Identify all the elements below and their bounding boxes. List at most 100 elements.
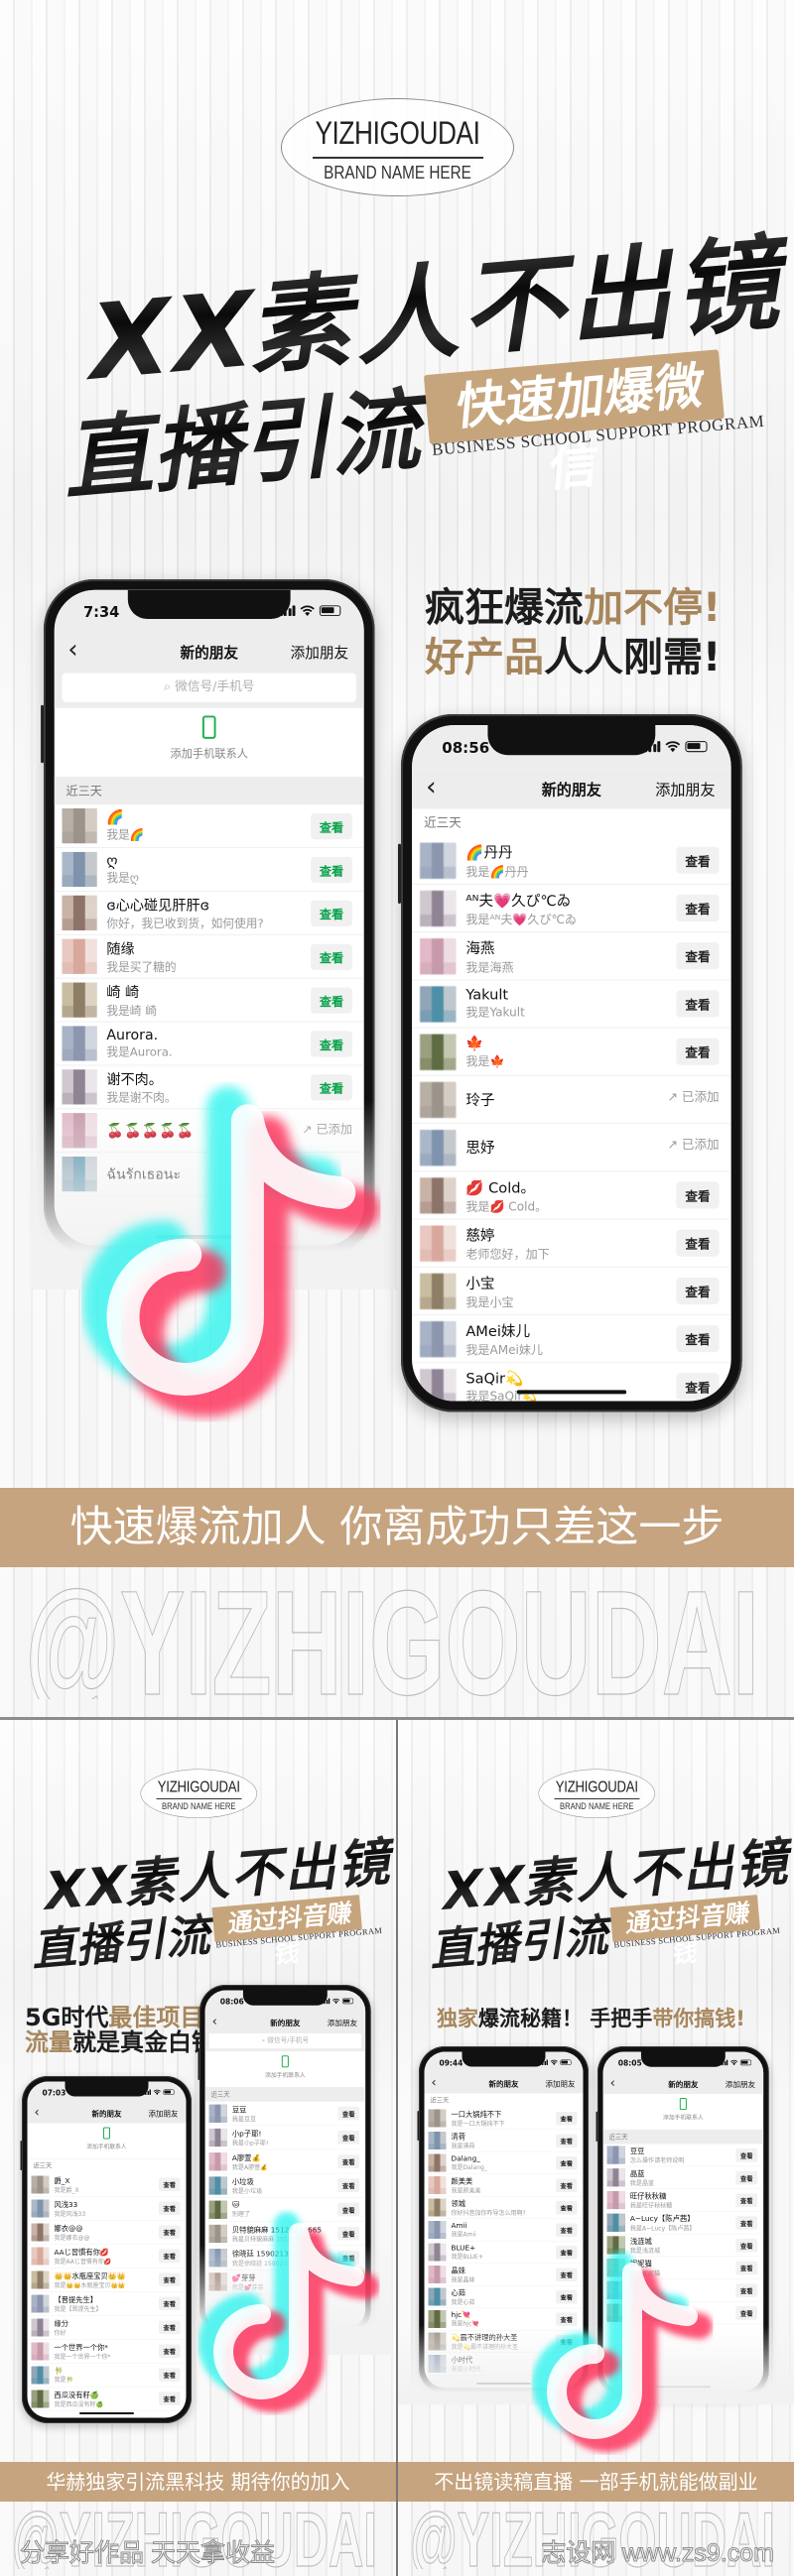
view-button[interactable]: 查看 [158,2201,181,2215]
list-item[interactable]: 慈婷 老师您好，加下 查看 [412,1220,731,1268]
view-button[interactable]: 查看 [311,1073,353,1101]
list-item[interactable]: 小p子耶! 我是小p子耶! 查看 [204,2126,366,2150]
view-button[interactable]: 查看 [735,2147,758,2162]
add-friend-button[interactable]: 添加朋友 [328,2018,357,2028]
add-phone-contact-button[interactable]: 添加手机联系人 [54,715,364,778]
add-friend-button[interactable]: 添加朋友 [726,2079,755,2090]
view-button[interactable]: 查看 [311,1030,353,1057]
add-phone-contact-button[interactable]: 添加手机联系人 [204,2055,366,2088]
list-item[interactable]: 小垃圾 我是小垃圾 查看 [204,2173,366,2198]
list-item[interactable]: Aurora. 我是Aurora. 查看 [54,1023,364,1066]
view-button[interactable]: 查看 [735,2261,758,2275]
add-friend-button[interactable]: 添加朋友 [291,642,349,662]
view-button[interactable]: 查看 [676,1325,720,1353]
list-item[interactable]: 一个世界一个你* 我是一个世界一个你* 查看 [27,2340,187,2364]
view-button[interactable]: 查看 [676,1181,720,1209]
view-button[interactable]: 查看 [158,2272,181,2286]
view-button[interactable]: 查看 [676,990,720,1018]
view-button[interactable]: 查看 [555,2134,578,2147]
view-button[interactable]: 查看 [158,2177,181,2191]
list-item[interactable]: 风浅33 我是风浅33 查看 [27,2197,187,2221]
list-item[interactable]: 小宝 我是小宝 查看 [412,1268,731,1316]
view-button[interactable]: 查看 [337,2178,360,2193]
view-button[interactable]: 查看 [555,2223,578,2237]
list-item[interactable]: 爵_X 我是爵_X 查看 [27,2173,187,2197]
view-button[interactable]: 查看 [735,2193,758,2207]
view-button[interactable]: 查看 [337,2154,360,2168]
list-item[interactable]: 颜美美 我是颜美美 查看 [424,2174,584,2197]
list-item[interactable]: 【晋提先生】 我是【晋提先生】 查看 [27,2292,187,2316]
view-button[interactable]: 查看 [676,1038,720,1065]
list-item[interactable]: 娜衣@@ 我是娜衣@@ 查看 [27,2221,187,2245]
list-item[interactable]: 清荷 我是清荷 查看 [424,2130,584,2152]
view-button[interactable]: 查看 [735,2215,758,2230]
view-button[interactable]: 查看 [555,2155,578,2170]
list-item[interactable]: 🌈 我是🌈 查看 [54,804,364,849]
view-button[interactable]: 查看 [158,2249,181,2263]
list-item[interactable]: 晶蓝 我是晶蓝 查看 [602,2166,764,2189]
list-item[interactable]: 🌈丹丹 我是🌈丹丹 查看 [412,837,731,885]
list-item[interactable]: SaQir💫 我是SaQir💫 查看 [412,1363,731,1402]
add-friend-button[interactable]: 添加朋友 [148,2109,178,2120]
list-item[interactable]: 浅涟城 我是浅涟城 查看 [602,2234,764,2258]
view-button[interactable]: 查看 [311,812,353,839]
list-item[interactable]: AAじ習慣有你💋 我是AAじ習慣有你💋 查看 [27,2245,187,2269]
add-friend-button[interactable]: 添加朋友 [655,779,715,799]
view-button[interactable]: 查看 [735,2170,758,2185]
list-item[interactable]: 👑👑水瓶座宝贝👑👑 我是👑👑水瓶座宝贝👑👑 查看 [27,2269,187,2292]
list-item[interactable]: AMei妹儿 我是AMei妹儿 查看 [412,1315,731,1364]
view-button[interactable]: 查看 [311,856,353,883]
view-button[interactable]: 查看 [311,900,353,926]
add-friend-button[interactable]: 添加朋友 [545,2079,575,2090]
list-item[interactable]: 一口大锅炖不下 我是一口大锅炖不下 查看 [424,2108,584,2130]
list-item[interactable]: 思妤 ↗ 已添加 [412,1124,731,1172]
search-input[interactable]: ⌕ 微信号/手机号 [62,673,356,702]
list-item[interactable]: ᴬᴺ夫💗久ぴ℃ゐ 我是ᴬᴺ夫💗久ぴ℃ゐ 查看 [412,885,731,933]
view-button[interactable]: 查看 [311,943,353,970]
list-item[interactable]: 💋 Cold。 我是💋 Cold。 查看 [412,1171,731,1220]
view-button[interactable]: 查看 [735,2238,758,2253]
view-button[interactable]: 查看 [158,2296,181,2310]
list-item[interactable]: 豆豆 我是豆豆 查看 [204,2102,366,2126]
list-item[interactable]: Yakult 我是Yakult 查看 [412,980,731,1029]
view-button[interactable]: 查看 [158,2368,181,2382]
view-button[interactable]: 查看 [676,1373,720,1401]
view-button[interactable]: 查看 [676,1277,720,1304]
view-button[interactable]: 查看 [676,894,720,922]
list-item[interactable]: 豆豆 怎么操作请老师说明 查看 [602,2144,764,2167]
view-button[interactable]: 查看 [676,846,720,874]
list-item[interactable]: 缘分 你好 查看 [27,2316,187,2340]
list-item[interactable]: 西瓜没有籽🍏 我是西瓜没有籽🍏 查看 [27,2388,187,2411]
view-button[interactable]: 查看 [158,2225,181,2239]
list-item[interactable]: A廖萱💰 我是A廖萱💰 查看 [204,2149,366,2174]
view-button[interactable]: 查看 [555,2200,578,2215]
view-button[interactable]: 查看 [158,2392,181,2405]
view-button[interactable]: 查看 [676,1229,720,1257]
view-button[interactable]: 查看 [337,2130,360,2145]
list-item[interactable]: 领城 你好抖音加你咋导怎么用啊? 查看 [424,2197,584,2219]
list-item[interactable]: 玲子 ↗ 已添加 [412,1076,731,1125]
list-item[interactable]: ɞ心心碰见肝肝ɞ 你好，我已收到货，如何使用? 查看 [54,892,364,935]
view-button[interactable]: 查看 [311,986,353,1014]
view-button[interactable]: 查看 [337,2106,360,2121]
view-button[interactable]: 查看 [735,2283,758,2297]
add-phone-contact-button[interactable]: 添加手机联系人 [602,2098,764,2131]
view-button[interactable]: 查看 [158,2344,181,2358]
list-item[interactable]: 随缘 我是买了糖的 查看 [54,935,364,979]
list-item[interactable]: 🎋 我是🎋 查看 [27,2364,187,2388]
list-item[interactable]: 崎 崎我是崎 崎查看 [54,979,364,1023]
add-phone-contact-button[interactable]: 添加手机联系人 [27,2127,187,2159]
list-item[interactable]: A~Lucy【陈卢茜】 我是A~Lucy【陈卢茜】 查看 [602,2212,764,2235]
list-item[interactable]: 海燕 我是海燕 查看 [412,932,731,981]
view-button[interactable]: 查看 [676,942,720,970]
view-button[interactable]: 查看 [555,2178,578,2192]
search-input[interactable]: ⌕ 微信号/手机号 [208,2032,362,2049]
list-item[interactable]: Amii 我是Amii 查看 [424,2219,584,2242]
view-button[interactable]: 查看 [735,2305,758,2320]
list-item[interactable]: 🍁 我是🍁 查看 [412,1029,731,1076]
view-button[interactable]: 查看 [158,2320,181,2334]
list-item[interactable]: ღ 我是ღ 查看 [54,848,364,892]
list-item[interactable]: 旺仔秋秋糖 我是旺仔秋秋糖 查看 [602,2189,764,2212]
list-item[interactable]: Dalang_ 我是Dalang_ 查看 [424,2152,584,2174]
view-button[interactable]: 查看 [555,2111,578,2126]
